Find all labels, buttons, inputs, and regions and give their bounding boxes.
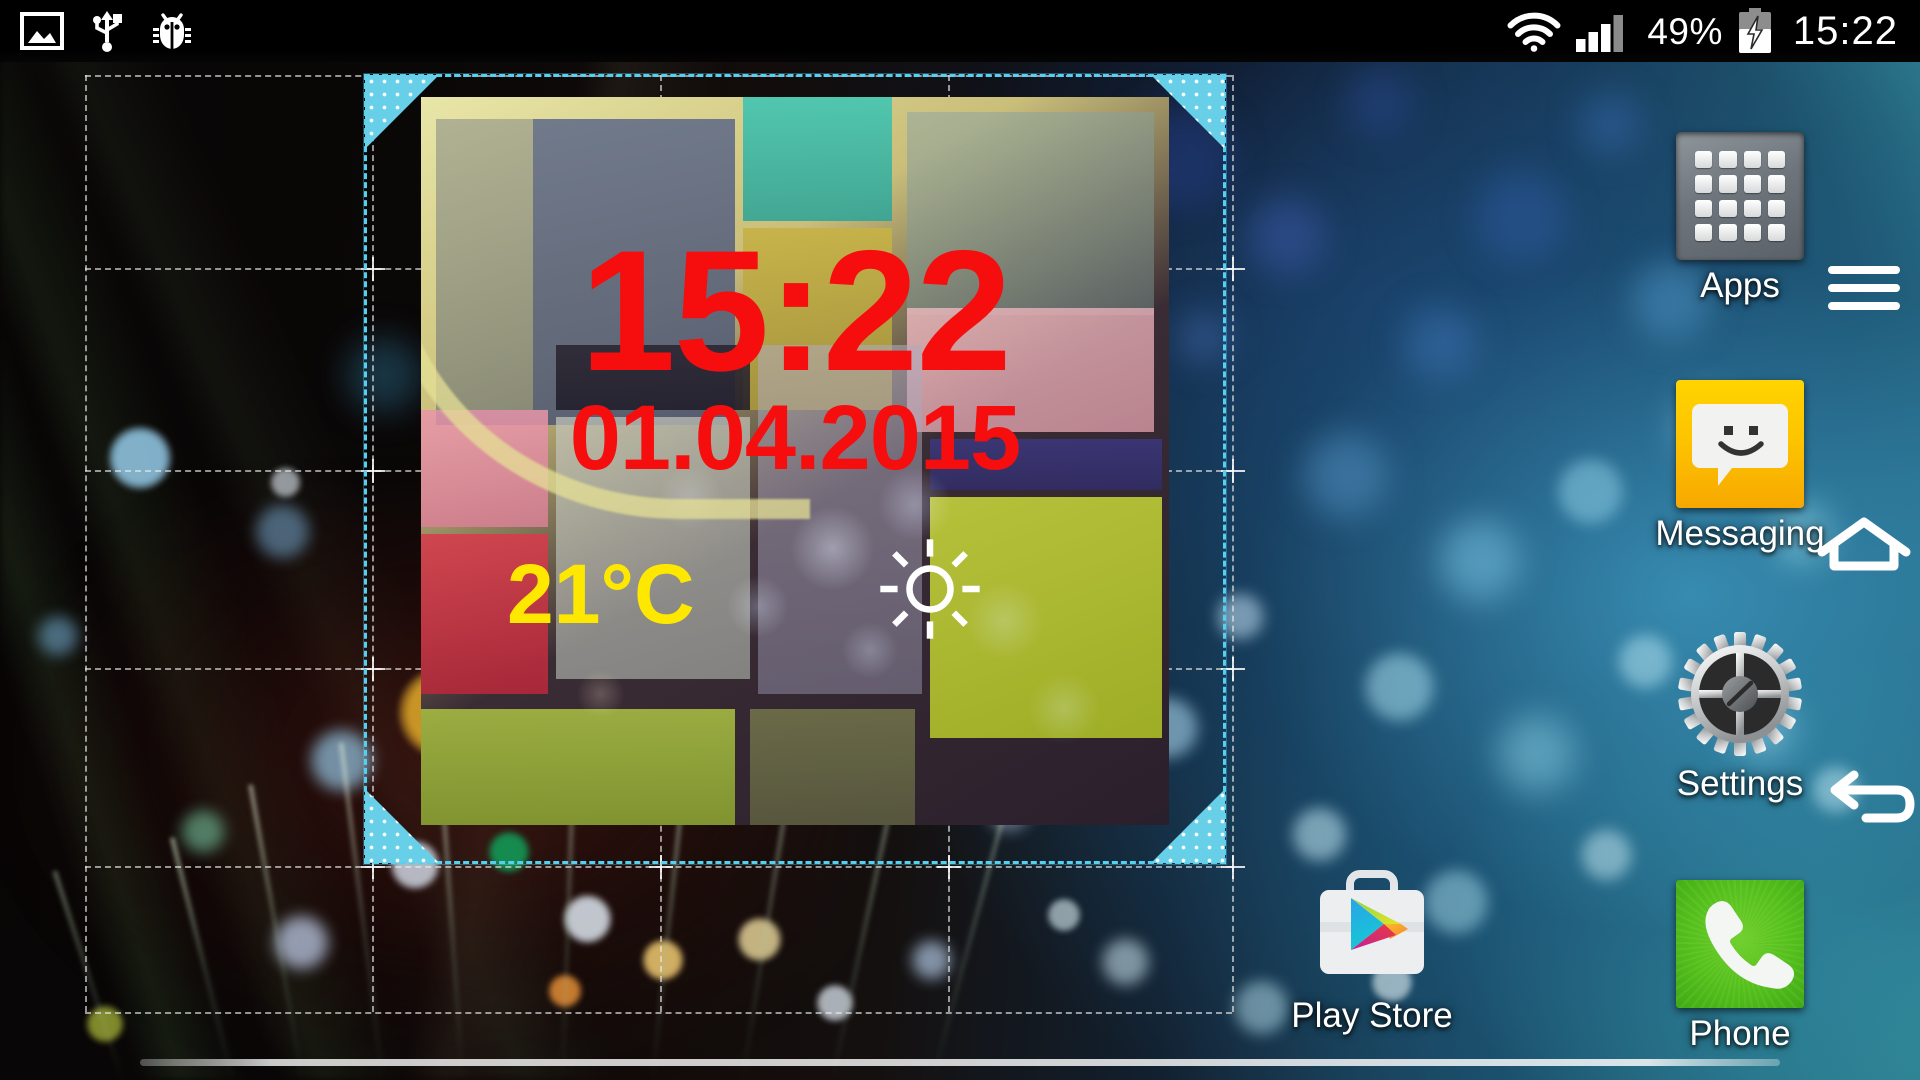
bokeh-light xyxy=(1363,650,1436,723)
status-bar-notification-icons xyxy=(0,9,194,53)
bokeh-light xyxy=(1471,168,1571,268)
bokeh-light xyxy=(270,467,301,498)
app-icon-apps[interactable]: Apps xyxy=(1645,132,1835,305)
home-button[interactable] xyxy=(1808,492,1920,604)
app-icon-settings[interactable]: Settings xyxy=(1645,630,1835,803)
resize-handle-bottom-right[interactable] xyxy=(1151,789,1225,863)
apps-grid-icon xyxy=(1676,132,1804,260)
cellular-signal-icon xyxy=(1576,15,1624,52)
status-bar[interactable]: 49% 15:22 xyxy=(0,0,1920,62)
app-icon-play-store[interactable]: Play Store xyxy=(1277,862,1467,1035)
bokeh-light xyxy=(1575,90,1644,159)
bokeh-light xyxy=(1300,429,1392,521)
bokeh-light xyxy=(1344,67,1417,140)
usb-debug-icon xyxy=(153,13,191,50)
bokeh-light xyxy=(1436,517,1524,605)
app-icon-phone[interactable]: Phone xyxy=(1645,880,1835,1053)
navigation-bar xyxy=(1808,62,1920,1080)
app-label-phone: Phone xyxy=(1689,1014,1791,1053)
bokeh-light xyxy=(1290,805,1348,863)
settings-gear-icon xyxy=(1676,630,1804,758)
app-label-messaging: Messaging xyxy=(1655,514,1825,553)
battery-percent: 49% xyxy=(1647,10,1723,52)
bokeh-light xyxy=(1399,303,1480,383)
app-label-apps: Apps xyxy=(1700,266,1780,305)
clock-weather-widget[interactable]: 15:22 01.04.2015 21°C xyxy=(364,74,1226,864)
usb-icon xyxy=(93,11,122,52)
play-store-bag-icon xyxy=(1308,862,1436,990)
bokeh-light xyxy=(1579,828,1633,882)
phone-handset-icon xyxy=(1676,880,1804,1008)
screenshot-icon xyxy=(20,12,64,50)
resize-handle-bottom-left[interactable] xyxy=(365,789,439,863)
app-label-play-store: Play Store xyxy=(1291,996,1453,1035)
messaging-bubble-icon xyxy=(1676,380,1804,508)
page-indicator-bar[interactable] xyxy=(140,1059,1780,1066)
wifi-icon xyxy=(1507,12,1561,52)
status-bar-system-icons: 49% 15:22 xyxy=(1507,8,1920,54)
bokeh-light xyxy=(1100,937,1150,987)
home-icon xyxy=(1817,517,1911,571)
status-bar-clock: 15:22 xyxy=(1792,9,1898,53)
bokeh-light xyxy=(1494,712,1579,796)
resize-handle-top-right[interactable] xyxy=(1151,75,1225,149)
menu-icon xyxy=(1828,266,1900,310)
bokeh-light xyxy=(1245,194,1329,278)
bokeh-light xyxy=(37,615,79,658)
bokeh-light xyxy=(1556,457,1625,526)
bokeh-light xyxy=(253,503,311,561)
back-arrow-icon xyxy=(1830,770,1915,823)
app-label-settings: Settings xyxy=(1676,764,1804,803)
bokeh-light xyxy=(180,808,226,855)
menu-button[interactable] xyxy=(1808,232,1920,344)
battery-charging-icon xyxy=(1738,8,1771,53)
back-button[interactable] xyxy=(1808,742,1920,854)
app-icon-messaging[interactable]: Messaging xyxy=(1645,380,1835,553)
widget-selection-frame xyxy=(364,74,1226,864)
resize-handle-top-left[interactable] xyxy=(365,75,439,149)
